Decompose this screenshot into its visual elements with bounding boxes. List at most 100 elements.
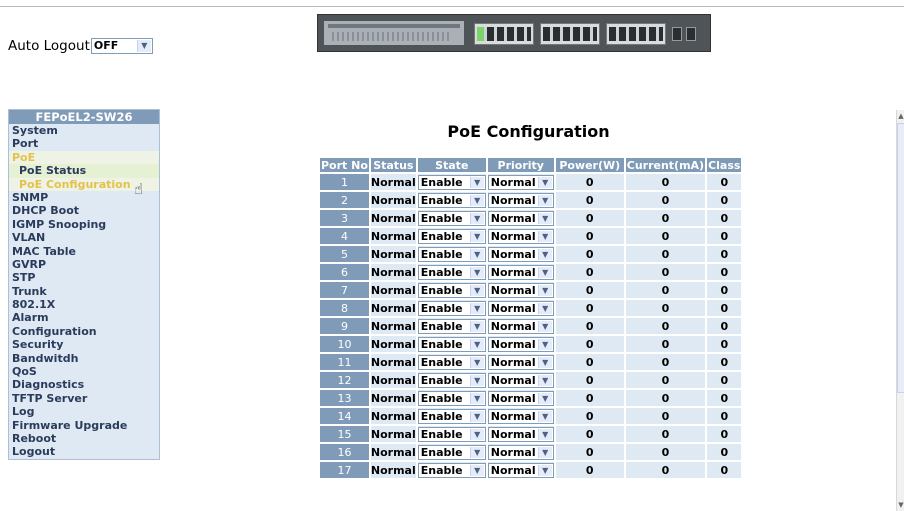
priority-select[interactable]: Normal ▼: [487, 426, 554, 442]
state-select[interactable]: Enable ▼: [417, 246, 486, 262]
vertical-scrollbar[interactable]: ▲ ▼: [896, 110, 904, 511]
priority-select[interactable]: Normal ▼: [487, 264, 554, 280]
priority-select[interactable]: Normal ▼: [487, 354, 554, 370]
port-number-cell: 16: [320, 444, 369, 460]
priority-select[interactable]: Normal ▼: [487, 408, 554, 424]
column-header: Class: [707, 158, 742, 172]
port-number-cell: 8: [320, 300, 369, 316]
chevron-down-icon: ▼: [469, 428, 484, 440]
chevron-down-icon: ▼: [537, 338, 552, 350]
current-cell: 0: [625, 354, 706, 370]
priority-select[interactable]: Normal ▼: [487, 318, 554, 334]
sidebar-item-igmp-snooping[interactable]: IGMP Snooping: [9, 218, 159, 231]
state-select[interactable]: Enable ▼: [417, 300, 486, 316]
sidebar-item-vlan[interactable]: VLAN: [9, 231, 159, 244]
priority-select[interactable]: Normal ▼: [487, 246, 554, 262]
sidebar-item-bandwitdh[interactable]: Bandwitdh: [9, 352, 159, 365]
priority-select[interactable]: Normal ▼: [487, 300, 554, 316]
priority-select[interactable]: Normal ▼: [487, 336, 554, 352]
class-cell: 0: [707, 444, 742, 460]
power-cell: 0: [555, 210, 624, 226]
sidebar-item-trunk[interactable]: Trunk: [9, 285, 159, 298]
state-select[interactable]: Enable ▼: [417, 444, 486, 460]
power-cell: 0: [555, 408, 624, 424]
chevron-down-icon: ▼: [469, 266, 484, 278]
state-select[interactable]: Enable ▼: [417, 462, 486, 478]
auto-logout-select[interactable]: OFF ▼: [90, 38, 153, 54]
priority-cell: Normal ▼: [487, 228, 554, 244]
current-cell: 0: [625, 174, 706, 190]
sidebar-item-log[interactable]: Log: [9, 405, 159, 418]
state-cell: Enable ▼: [417, 192, 486, 208]
state-select[interactable]: Enable ▼: [417, 210, 486, 226]
sidebar-item-firmware-upgrade[interactable]: Firmware Upgrade: [9, 419, 159, 432]
sidebar-item-gvrp[interactable]: GVRP: [9, 258, 159, 271]
state-select[interactable]: Enable ▼: [417, 390, 486, 406]
class-cell: 0: [707, 264, 742, 280]
chevron-down-icon: ▼: [537, 230, 552, 242]
table-row: 14 Normal Enable ▼ Normal ▼ 0 0 0: [320, 408, 742, 424]
column-header: Current(mA): [625, 158, 706, 172]
scrollbar-thumb[interactable]: [897, 123, 904, 393]
priority-cell: Normal ▼: [487, 390, 554, 406]
state-select[interactable]: Enable ▼: [417, 318, 486, 334]
state-select[interactable]: Enable ▼: [417, 372, 486, 388]
sidebar-item-reboot[interactable]: Reboot: [9, 432, 159, 445]
sidebar-item-poe[interactable]: PoE: [9, 150, 159, 165]
priority-select[interactable]: Normal ▼: [487, 192, 554, 208]
table-row: 13 Normal Enable ▼ Normal ▼ 0 0 0: [320, 390, 742, 406]
sidebar-item-system[interactable]: System: [9, 124, 159, 137]
status-cell: Normal: [370, 426, 416, 442]
sidebar-item-port[interactable]: Port: [9, 137, 159, 150]
scroll-down-icon[interactable]: ▼: [897, 499, 904, 511]
state-select[interactable]: Enable ▼: [417, 282, 486, 298]
priority-select[interactable]: Normal ▼: [487, 372, 554, 388]
sidebar-item-stp[interactable]: STP: [9, 271, 159, 284]
sidebar-item-logout[interactable]: Logout: [9, 445, 159, 458]
chevron-down-icon: ▼: [469, 446, 484, 458]
current-cell: 0: [625, 210, 706, 226]
sidebar-item-configuration[interactable]: Configuration: [9, 325, 159, 338]
state-select[interactable]: Enable ▼: [417, 264, 486, 280]
sidebar-item-mac-table[interactable]: MAC Table: [9, 245, 159, 258]
sidebar-item-alarm[interactable]: Alarm: [9, 311, 159, 324]
power-cell: 0: [555, 318, 624, 334]
current-cell: 0: [625, 336, 706, 352]
priority-select[interactable]: Normal ▼: [487, 282, 554, 298]
table-header-row: Port No Status State Priority Power(W) Curren…: [320, 158, 742, 172]
sidebar-item-802-1x[interactable]: 802.1X: [9, 298, 159, 311]
sidebar-item-security[interactable]: Security: [9, 338, 159, 351]
priority-select[interactable]: Normal ▼: [487, 444, 554, 460]
sidebar-item-diagnostics[interactable]: Diagnostics: [9, 378, 159, 391]
sidebar-item-poe-status[interactable]: PoE Status: [9, 164, 159, 178]
power-cell: 0: [555, 300, 624, 316]
sidebar-item-tftp-server[interactable]: TFTP Server: [9, 392, 159, 405]
state-select[interactable]: Enable ▼: [417, 174, 486, 190]
status-cell: Normal: [370, 408, 416, 424]
priority-select[interactable]: Normal ▼: [487, 390, 554, 406]
page-title: PoE Configuration: [447, 122, 610, 141]
sidebar-item-dhcp-boot[interactable]: DHCP Boot: [9, 204, 159, 217]
state-select[interactable]: Enable ▼: [417, 354, 486, 370]
port-number-cell: 17: [320, 462, 369, 478]
state-select[interactable]: Enable ▼: [417, 228, 486, 244]
column-header: Port No: [320, 158, 369, 172]
chevron-down-icon: ▼: [469, 374, 484, 386]
status-cell: Normal: [370, 192, 416, 208]
sidebar-item-qos[interactable]: QoS: [9, 365, 159, 378]
chevron-down-icon: ▼: [537, 392, 552, 404]
power-cell: 0: [555, 264, 624, 280]
state-select[interactable]: Enable ▼: [417, 336, 486, 352]
priority-select[interactable]: Normal ▼: [487, 462, 554, 478]
priority-select[interactable]: Normal ▼: [487, 228, 554, 244]
state-select[interactable]: Enable ▼: [417, 192, 486, 208]
state-select[interactable]: Enable ▼: [417, 408, 486, 424]
priority-select[interactable]: Normal ▼: [487, 210, 554, 226]
current-cell: 0: [625, 372, 706, 388]
class-cell: 0: [707, 300, 742, 316]
priority-select[interactable]: Normal ▼: [487, 174, 554, 190]
class-cell: 0: [707, 282, 742, 298]
scroll-up-icon[interactable]: ▲: [897, 110, 904, 122]
state-select[interactable]: Enable ▼: [417, 426, 486, 442]
state-cell: Enable ▼: [417, 426, 486, 442]
